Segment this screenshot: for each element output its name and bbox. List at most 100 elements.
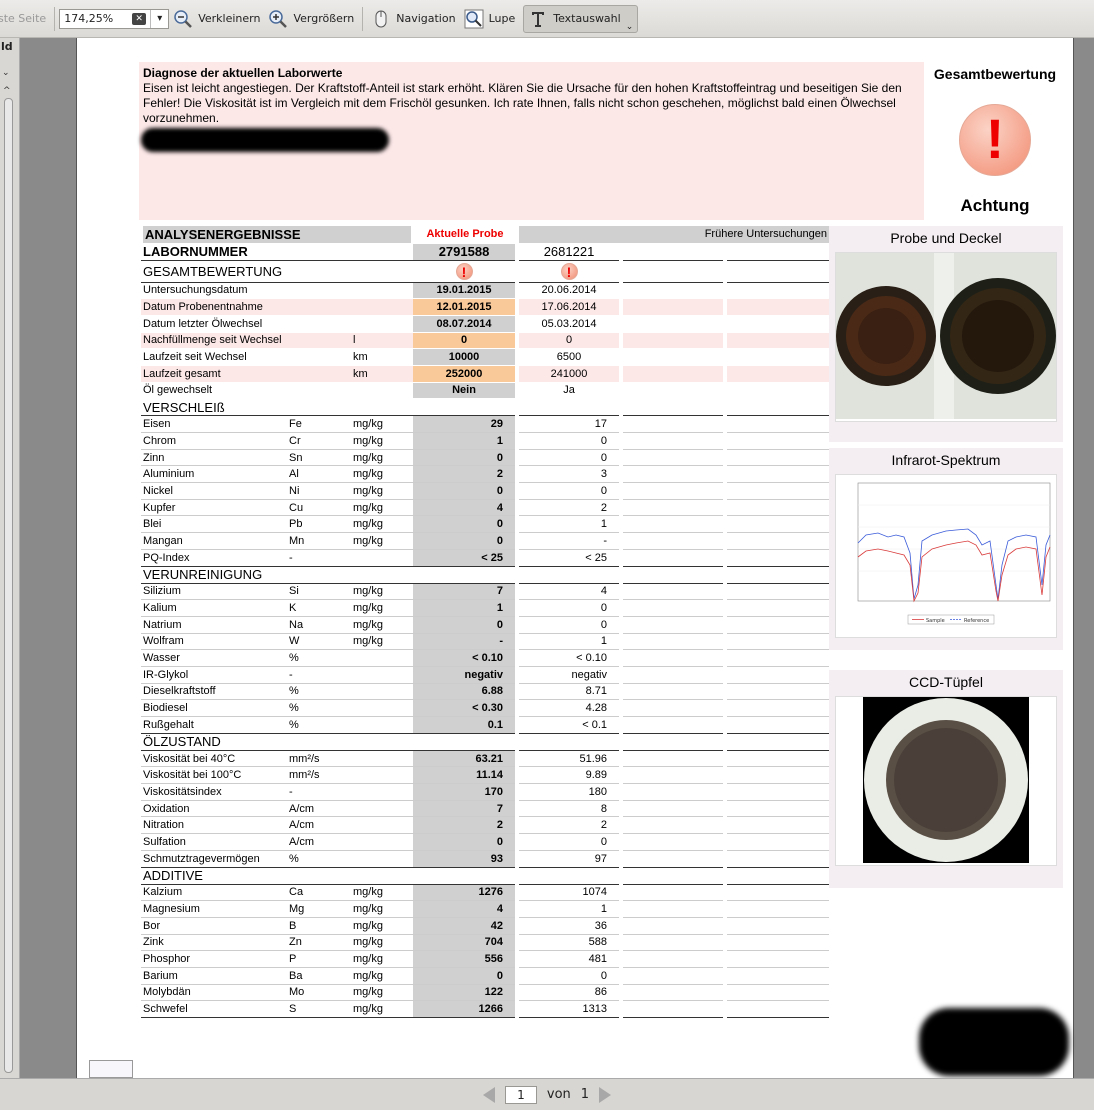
redacted-stamp xyxy=(919,1008,1069,1076)
row-symbol: % xyxy=(287,850,351,868)
empty-cell xyxy=(619,783,725,801)
row-label: Viskositätsindex xyxy=(141,783,287,801)
sidebar-scrollbar[interactable] xyxy=(4,98,13,1073)
table-row: Öl gewechselt Nein Ja xyxy=(141,382,829,400)
row-unit: l xyxy=(351,332,413,350)
chevron-down-icon[interactable]: ▾ xyxy=(150,9,168,28)
current-value: 6.88 xyxy=(413,683,517,701)
row-label: Schmutztragevermögen xyxy=(141,850,287,868)
table-row: Chrom Cr mg/kg 1 0 xyxy=(141,432,829,450)
row-label: Untersuchungsdatum xyxy=(141,282,351,300)
table-row: Kalium Kmg/kg 1 0 xyxy=(141,599,829,617)
previous-value: 180 xyxy=(515,783,621,801)
navigation-button[interactable]: Navigation xyxy=(367,5,459,33)
row-unit xyxy=(351,315,413,333)
row-symbol: Ba xyxy=(287,967,351,985)
page-number-input[interactable]: 1 xyxy=(504,1085,537,1104)
magnifier-label: Lupe xyxy=(488,12,516,25)
empty-cell xyxy=(515,733,621,751)
previous-value: negativ xyxy=(515,666,621,684)
next-page-arrow-icon[interactable] xyxy=(599,1086,612,1103)
row-unit: mg/kg xyxy=(351,532,413,550)
table-row: IR-Glykol - negativ negativ xyxy=(141,666,829,684)
table-row: Bor Bmg/kg 42 36 xyxy=(141,917,829,935)
current-value: 2 xyxy=(413,465,517,484)
empty-cell xyxy=(619,800,725,818)
current-value: 0 xyxy=(413,532,517,550)
empty-cell xyxy=(619,917,725,935)
previous-value: 20.06.2014 xyxy=(515,282,621,300)
previous-value: 2 xyxy=(515,499,621,517)
row-label: Öl gewechselt xyxy=(141,382,351,400)
table-row: Rußgehalt% 0.1 < 0.1 xyxy=(141,716,829,734)
table-row: Wasser% < 0.10 < 0.10 xyxy=(141,649,829,667)
empty-cell xyxy=(619,833,725,851)
current-value: 19.01.2015 xyxy=(413,282,517,300)
empty-cell xyxy=(723,816,829,835)
row-label: Laufzeit seit Wechsel xyxy=(141,348,351,366)
current-rating: ! xyxy=(413,260,517,283)
empty-cell xyxy=(619,649,725,667)
clear-icon[interactable]: ✕ xyxy=(132,12,147,25)
current-value: < 25 xyxy=(413,549,517,567)
empty-cell xyxy=(619,766,725,785)
overall-rating-row: GESAMTBEWERTUNG ! ! xyxy=(141,260,829,283)
row-label: Mangan xyxy=(141,532,287,550)
empty-cell xyxy=(619,332,725,350)
row-symbol: Pb xyxy=(287,515,351,534)
row-label: Wasser xyxy=(141,649,287,667)
zoom-out-label: Verkleinern xyxy=(198,12,261,25)
empty-cell xyxy=(619,616,725,634)
text-select-button[interactable]: Textauswahl ⌄ xyxy=(523,4,639,33)
table-row: Magnesium Mg mg/kg 4 1 xyxy=(141,900,829,918)
warning-icon: ! xyxy=(959,104,1031,176)
row-unit xyxy=(351,282,413,300)
row-label: Eisen xyxy=(141,415,287,433)
empty-cell xyxy=(619,633,725,651)
row-label: Zink xyxy=(141,934,287,952)
row-symbol: % xyxy=(287,716,351,734)
row-unit xyxy=(351,750,413,768)
previous-value: - xyxy=(515,532,621,550)
previous-value: 0 xyxy=(515,449,621,467)
current-value: 1276 xyxy=(413,884,517,902)
row-label: Aluminium xyxy=(141,465,287,484)
table-row: Kalzium Ca mg/kg 1276 1074 xyxy=(141,884,829,902)
row-unit: mg/kg xyxy=(351,432,413,450)
empty-cell xyxy=(515,566,621,584)
zoom-out-button[interactable]: Verkleinern xyxy=(169,5,264,33)
row-label: Natrium xyxy=(141,616,287,634)
row-symbol: Na xyxy=(287,616,351,634)
chevron-down-icon[interactable]: ⌄ xyxy=(626,22,634,32)
row-symbol: A/cm xyxy=(287,816,351,835)
zoom-input[interactable]: 174,25% ✕ ▾ xyxy=(59,8,170,29)
empty-cell xyxy=(619,482,725,500)
section-title: ADDITIVE xyxy=(141,867,517,885)
empty-cell xyxy=(723,1000,829,1018)
total-pages: 1 xyxy=(580,1087,590,1102)
empty-cell xyxy=(515,867,621,885)
magnifier-button[interactable]: Lupe xyxy=(460,5,520,33)
row-unit xyxy=(351,666,413,684)
empty-cell xyxy=(723,800,829,818)
overall-verdict: Achtung xyxy=(960,196,1030,215)
current-value: 11.14 xyxy=(413,766,517,785)
section-header: VERSCHLEIß xyxy=(141,398,829,417)
ir-spectrum-image: Sample Reference xyxy=(857,482,1051,625)
row-unit: mg/kg xyxy=(351,482,413,500)
previous-value: 17.06.2014 xyxy=(515,298,621,316)
current-value: 2 xyxy=(413,816,517,835)
empty-cell xyxy=(723,633,829,651)
row-unit: mg/kg xyxy=(351,917,413,935)
empty-cell xyxy=(619,449,725,467)
table-row: Laufzeit seit Wechsel km 10000 6500 xyxy=(141,348,829,366)
first-page-button[interactable]: ste Seite xyxy=(0,5,50,33)
overall-rating-label: GESAMTBEWERTUNG xyxy=(141,260,413,283)
row-symbol: W xyxy=(287,633,351,651)
zoom-in-icon xyxy=(269,9,288,28)
zoom-in-button[interactable]: Vergrößern xyxy=(264,5,358,33)
chevron-up-icon[interactable]: ^ xyxy=(3,86,11,96)
chevron-down-icon[interactable]: ⌄ xyxy=(2,68,10,78)
empty-cell xyxy=(723,243,829,261)
previous-page-arrow-icon[interactable] xyxy=(482,1086,495,1103)
